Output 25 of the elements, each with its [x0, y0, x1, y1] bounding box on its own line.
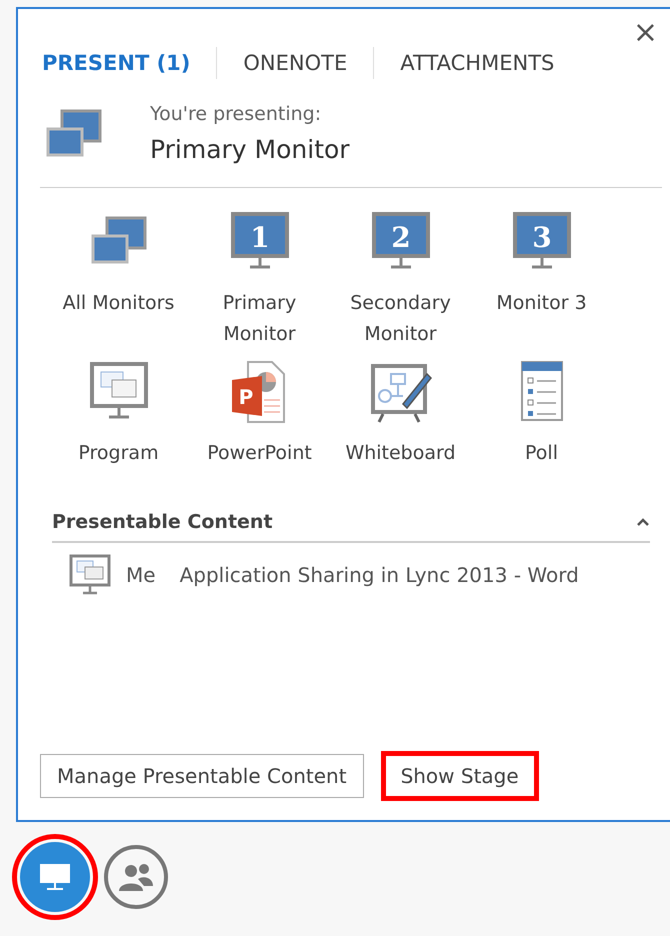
- action-button[interactable]: Manage Presentable Content: [40, 754, 364, 798]
- share-option[interactable]: 2 Secondary Monitor: [330, 210, 471, 350]
- share-option[interactable]: 1 Primary Monitor: [189, 210, 330, 350]
- tab[interactable]: ATTACHMENTS: [373, 47, 580, 79]
- chevron-icon[interactable]: [636, 517, 650, 527]
- monitor-icon: [38, 862, 72, 892]
- presenting-caption: You're presenting:: [150, 103, 322, 125]
- toolbar-button[interactable]: [104, 845, 168, 909]
- close-button[interactable]: ×: [628, 15, 662, 50]
- content-title[interactable]: Application Sharing in Lync 2013 - Word: [180, 563, 579, 587]
- people-icon: [118, 862, 154, 892]
- program-monitor-icon: [68, 553, 112, 597]
- share-option[interactable]: Poll: [471, 360, 612, 469]
- toolbar-button[interactable]: [20, 842, 90, 912]
- content-owner: Me: [126, 563, 156, 587]
- action-button[interactable]: Show Stage: [384, 754, 536, 798]
- tab[interactable]: ONENOTE: [216, 47, 374, 79]
- share-option[interactable]: Whiteboard: [330, 360, 471, 469]
- tab[interactable]: PRESENT (1): [42, 47, 216, 79]
- section-title: Presentable Content: [52, 511, 273, 533]
- share-option[interactable]: P PowerPoint: [189, 360, 330, 469]
- share-option[interactable]: Program: [48, 360, 189, 469]
- share-option[interactable]: All Monitors: [48, 210, 189, 350]
- presenting-target: Primary Monitor: [150, 135, 350, 164]
- share-option[interactable]: 3 Monitor 3: [471, 210, 612, 350]
